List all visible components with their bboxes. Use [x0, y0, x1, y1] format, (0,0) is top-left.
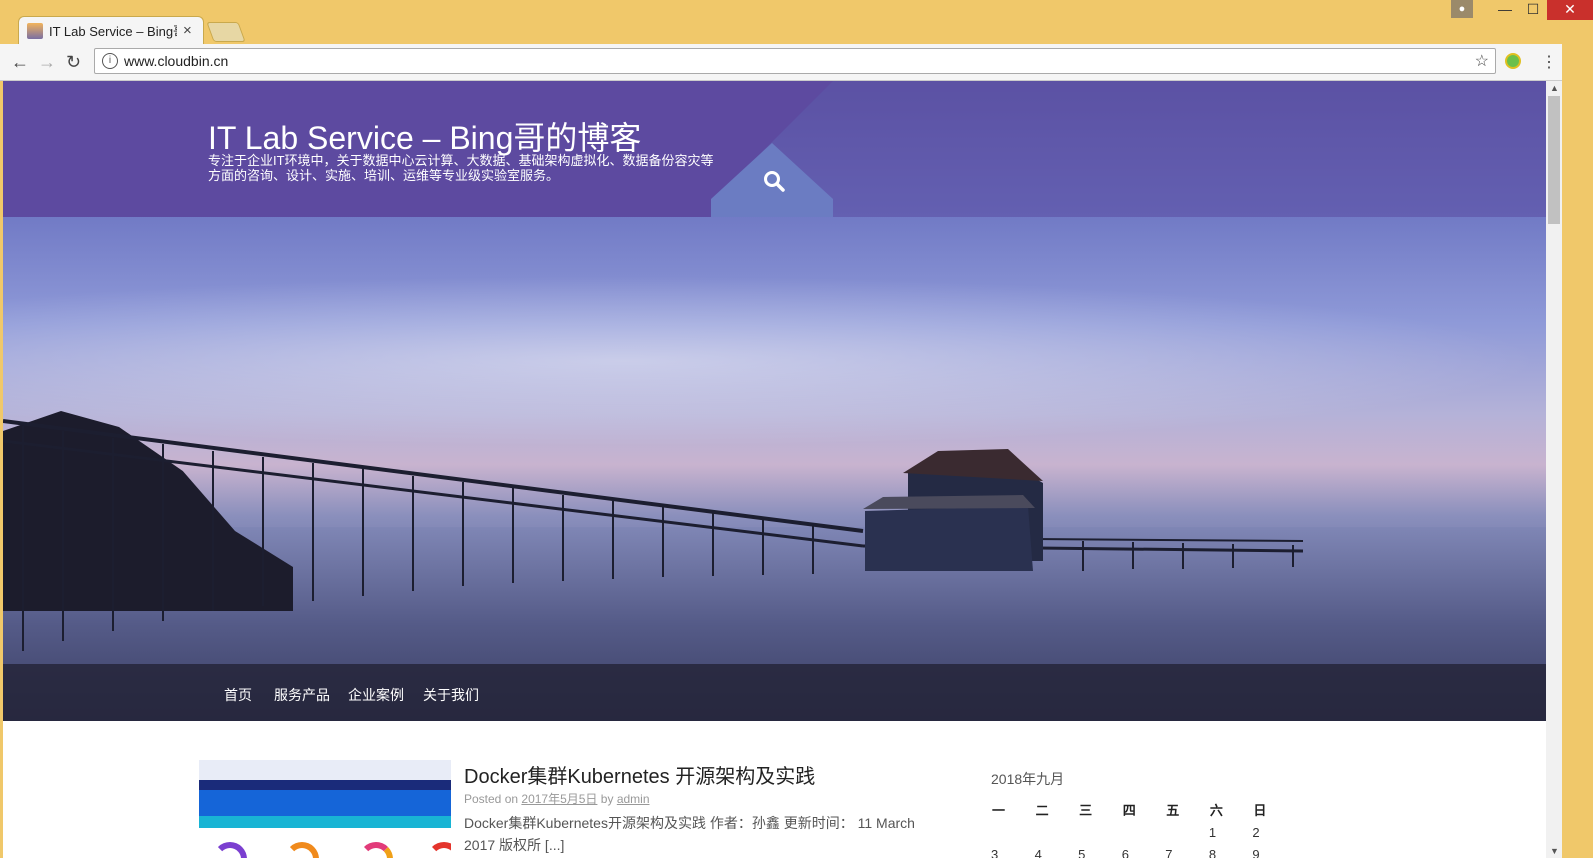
calendar-day: [991, 821, 1035, 843]
calendar-day: 6: [1121, 846, 1129, 858]
calendar-day: [1122, 821, 1166, 843]
calendar-day: [1078, 821, 1122, 843]
calendar-widget: 一 二 三 四 五 六 日 1 2 3 4 5 6 7 8 9: [991, 797, 1296, 858]
page-viewport: IT Lab Service – Bing哥的博客 专注于企业IT环境中，关于数…: [3, 81, 1546, 858]
header-image: IT Lab Service – Bing哥的博客 专注于企业IT环境中，关于数…: [3, 81, 1546, 721]
calendar-weekday: 一: [992, 802, 1006, 818]
calendar-weekday: 五: [1166, 802, 1180, 818]
calendar-day: [1165, 821, 1209, 843]
browser-toolbar: ← → ↻ i www.cloudbin.cn ☆ ⋮: [0, 44, 1593, 81]
tab-close-icon[interactable]: ×: [183, 22, 192, 39]
back-button[interactable]: ←: [11, 52, 29, 73]
calendar-weekday: 二: [1035, 802, 1049, 818]
nav-item-cases[interactable]: 企业案例: [348, 685, 404, 705]
search-icon[interactable]: [762, 169, 786, 193]
calendar-weekday: 日: [1253, 802, 1267, 818]
calendar-day: 3: [991, 846, 999, 858]
close-window-button[interactable]: ✕: [1547, 0, 1593, 20]
calendar-weekday: 四: [1122, 802, 1136, 818]
main-navigation: 首页 服务产品 企业案例 关于我们: [3, 664, 1546, 721]
browser-menu-icon[interactable]: ⋮: [1541, 52, 1557, 72]
calendar-day: 4: [1034, 846, 1042, 858]
reload-button[interactable]: ↻: [66, 52, 81, 73]
calendar-day: 9: [1252, 846, 1260, 858]
by-label: by: [600, 792, 614, 806]
forward-button[interactable]: →: [38, 52, 56, 73]
pier-illustration: [3, 419, 1304, 651]
url-text[interactable]: www.cloudbin.cn: [124, 53, 1475, 69]
nav-item-about[interactable]: 关于我们: [423, 685, 479, 705]
calendar-day: 8: [1208, 846, 1217, 858]
bookmark-star-icon[interactable]: ☆: [1475, 51, 1489, 71]
maximize-button[interactable]: ☐: [1519, 0, 1547, 20]
posted-on-label: Posted on: [464, 792, 519, 806]
post-author-link[interactable]: admin: [617, 792, 650, 806]
post-thumbnail[interactable]: [199, 760, 451, 858]
nav-item-services[interactable]: 服务产品: [274, 685, 330, 705]
new-tab-button[interactable]: [206, 22, 246, 42]
site-description: 专注于企业IT环境中，关于数据中心云计算、大数据、基础架构虚拟化、数据备份容灾等…: [208, 153, 714, 183]
calendar-weekday: 六: [1209, 802, 1223, 818]
window-controls: ● — ☐ ✕: [1451, 0, 1593, 20]
calendar-weekday: 三: [1079, 802, 1093, 818]
tab-title: IT Lab Service – Bing哥: [49, 24, 177, 39]
scrollbar-thumb[interactable]: [1548, 96, 1560, 224]
calendar-day: [1035, 821, 1079, 843]
page-scrollbar[interactable]: ▲ ▼: [1546, 81, 1562, 858]
calendar-day: 1: [1208, 824, 1217, 840]
browser-tab[interactable]: IT Lab Service – Bing哥 ×: [18, 16, 204, 44]
user-profile-icon[interactable]: ●: [1451, 0, 1473, 18]
extension-icon[interactable]: [1505, 53, 1521, 69]
browser-titlebar: IT Lab Service – Bing哥 × ● — ☐ ✕: [0, 0, 1593, 44]
calendar-caption: 2018年九月: [991, 771, 1065, 787]
post-title[interactable]: Docker集群Kubernetes 开源架构及实践: [464, 760, 815, 789]
favicon-icon: [27, 22, 43, 39]
address-bar[interactable]: i www.cloudbin.cn ☆: [94, 48, 1496, 74]
calendar-day: 5: [1078, 846, 1086, 858]
scroll-down-icon[interactable]: ▼: [1550, 846, 1559, 856]
minimize-button[interactable]: —: [1491, 0, 1519, 20]
calendar-day: 7: [1165, 846, 1173, 858]
nav-item-home[interactable]: 首页: [224, 685, 252, 705]
calendar-day: 2: [1252, 824, 1260, 840]
site-info-icon[interactable]: i: [102, 53, 118, 69]
scroll-up-icon[interactable]: ▲: [1550, 83, 1559, 93]
post-excerpt: Docker集群Kubernetes开源架构及实践 作者：孙鑫 更新时间： 11…: [464, 815, 915, 853]
post-meta: Posted on 2017年5月5日 by admin: [464, 790, 650, 807]
post-date-link[interactable]: 2017年5月5日: [521, 792, 597, 806]
